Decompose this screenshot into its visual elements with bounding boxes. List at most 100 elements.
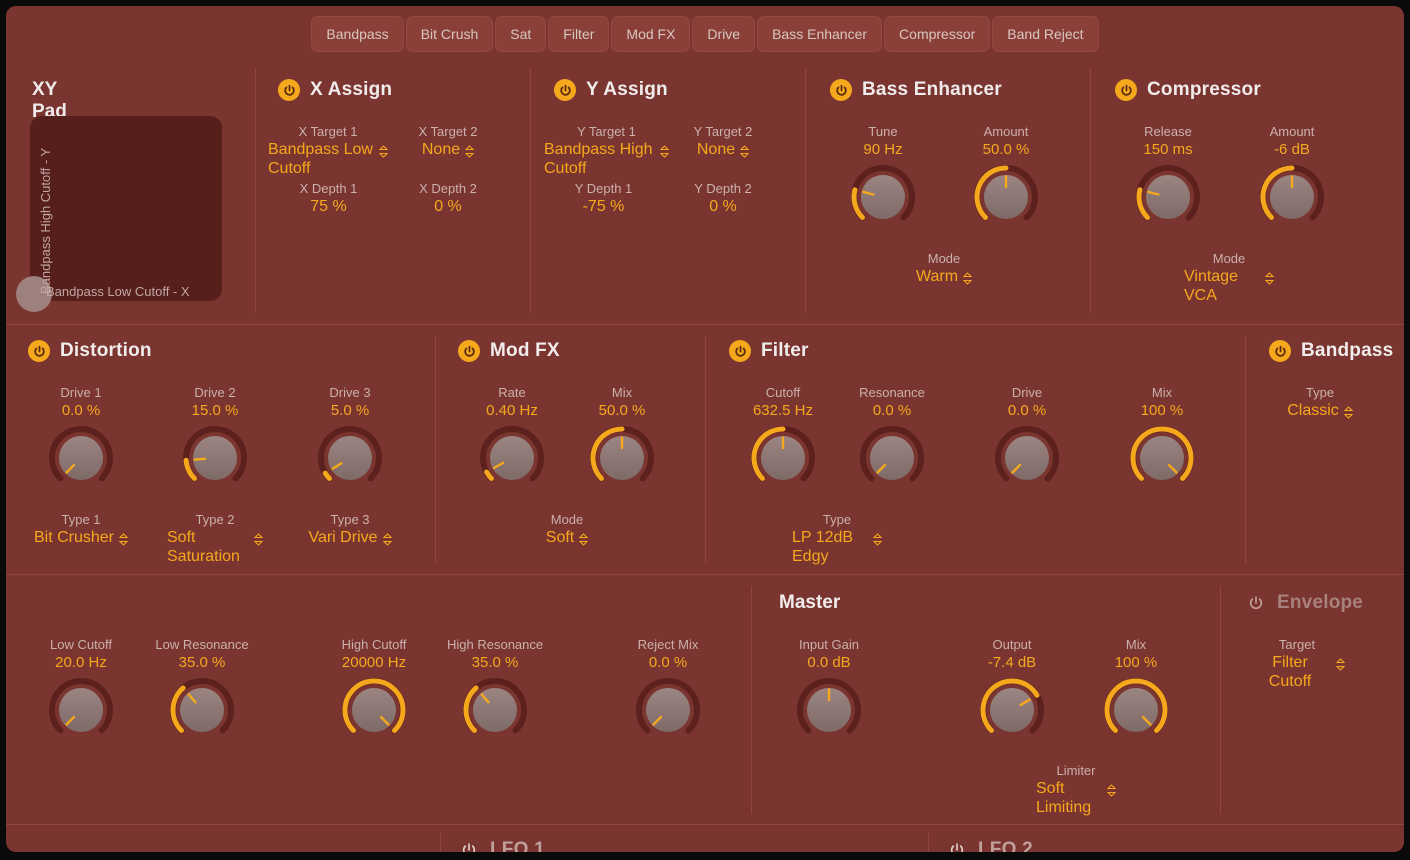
- lfo-1-title: LFO 1: [490, 839, 545, 852]
- filter-drive-label: Drive: [979, 384, 1075, 401]
- type-3-dropdown[interactable]: Vari Drive: [308, 528, 391, 551]
- plugin-window: BandpassBit CrushSatFilterMod FXDriveBas…: [6, 6, 1404, 852]
- y-assign-power-icon[interactable]: [554, 79, 576, 101]
- bass-amount-knob[interactable]: [958, 163, 1054, 231]
- tab-bit-crush[interactable]: Bit Crush: [406, 16, 494, 52]
- tab-compressor[interactable]: Compressor: [884, 16, 990, 52]
- filter-resonance-knob[interactable]: [844, 424, 940, 492]
- tab-sat[interactable]: Sat: [495, 16, 546, 52]
- divider-filter-bandpass: [1245, 336, 1246, 564]
- y-assign-title: Y Assign: [586, 79, 668, 101]
- compressor-header: Compressor: [1115, 79, 1261, 101]
- low-cutoff-label: Low Cutoff: [33, 636, 129, 653]
- y-depth-1-value-control[interactable]: -75 %: [546, 197, 661, 216]
- filter-type-field: Type LP 12dB Edgy: [792, 511, 882, 566]
- high-cutoff-label: High Cutoff: [326, 636, 422, 653]
- filter-type-dropdown[interactable]: LP 12dB Edgy: [792, 528, 882, 566]
- divider-xy-xassign: [255, 68, 256, 313]
- chevron-updown-icon: [660, 144, 669, 163]
- filter-drive-knob[interactable]: [979, 424, 1075, 492]
- reject-mix-label: Reject Mix: [620, 636, 716, 653]
- tab-mod-fx[interactable]: Mod FX: [611, 16, 690, 52]
- input-gain-label: Input Gain: [781, 636, 877, 653]
- reject-mix-knob[interactable]: [620, 676, 716, 744]
- divider-yassign-bass: [805, 68, 806, 313]
- xy-pad-surface[interactable]: [30, 116, 222, 301]
- drive-3-value: 5.0 %: [302, 401, 398, 420]
- bandpass-type-label: Type: [1272, 384, 1368, 401]
- chevron-updown-icon: [465, 144, 474, 163]
- filter-power-icon[interactable]: [729, 340, 751, 362]
- bandpass-power-icon[interactable]: [1269, 340, 1291, 362]
- drive-1-knob[interactable]: [33, 424, 129, 492]
- input-gain-knob[interactable]: [781, 676, 877, 744]
- drive-1-value: 0.0 %: [33, 401, 129, 420]
- lfo-2-power-icon[interactable]: [946, 839, 968, 852]
- mod-fx-mix-knob[interactable]: [574, 424, 670, 492]
- compressor-release-knob[interactable]: [1120, 163, 1216, 231]
- x-depth-1-value-control[interactable]: 75 %: [271, 197, 386, 216]
- envelope-power-icon[interactable]: [1245, 592, 1267, 614]
- distortion-title: Distortion: [60, 340, 152, 362]
- x-target-1-value-dropdown[interactable]: Bandpass Low Cutoff: [268, 140, 388, 178]
- envelope-target-dropdown[interactable]: Filter Cutoff: [1249, 653, 1345, 691]
- y-depth-2-label: Y Depth 2: [673, 180, 773, 197]
- low-resonance-knob[interactable]: [154, 676, 250, 744]
- x-assign-power-icon[interactable]: [278, 79, 300, 101]
- compressor-amount-knob[interactable]: [1244, 163, 1340, 231]
- drive-2-label: Drive 2: [167, 384, 263, 401]
- lfo-2-header: LFO 2: [946, 839, 1033, 852]
- compressor-power-icon[interactable]: [1115, 79, 1137, 101]
- mod-fx-mix-label: Mix: [574, 384, 670, 401]
- type-2-dropdown[interactable]: Soft Saturation: [167, 528, 263, 566]
- y-target-2-value-dropdown[interactable]: None: [697, 140, 749, 163]
- filter-mix-knob[interactable]: [1114, 424, 1210, 492]
- bass-enhancer-header: Bass Enhancer: [830, 79, 1002, 101]
- compressor-mode-dropdown[interactable]: Vintage VCA: [1184, 267, 1274, 305]
- filter-cutoff-knob[interactable]: [735, 424, 831, 492]
- limiter-dropdown[interactable]: Soft Limiting: [1036, 779, 1116, 817]
- master-mix-knob[interactable]: [1088, 676, 1184, 744]
- bandpass-type-dropdown[interactable]: Classic: [1287, 401, 1353, 424]
- tab-band-reject[interactable]: Band Reject: [992, 16, 1098, 52]
- high-cutoff-knob[interactable]: [326, 676, 422, 744]
- compressor-release-param: Release 150 ms: [1120, 123, 1216, 231]
- bass-enhancer-power-icon[interactable]: [830, 79, 852, 101]
- filter-drive-param: Drive 0.0 %: [979, 384, 1075, 492]
- drive-3-knob[interactable]: [302, 424, 398, 492]
- tab-filter[interactable]: Filter: [548, 16, 609, 52]
- mod-fx-power-icon[interactable]: [458, 340, 480, 362]
- tab-drive[interactable]: Drive: [692, 16, 755, 52]
- x-depth-2-value-control[interactable]: 0 %: [398, 197, 498, 216]
- mod-fx-mode-dropdown[interactable]: Soft: [546, 528, 588, 551]
- tab-bass-enhancer[interactable]: Bass Enhancer: [757, 16, 882, 52]
- type-1-value: Bit Crusher: [34, 528, 114, 547]
- low-cutoff-knob[interactable]: [33, 676, 129, 744]
- high-resonance-knob[interactable]: [447, 676, 543, 744]
- low-cutoff-value: 20.0 Hz: [33, 653, 129, 672]
- divider-dist-modfx: [435, 336, 436, 564]
- low-resonance-param: Low Resonance 35.0 %: [154, 636, 250, 744]
- lfo-2-title: LFO 2: [978, 839, 1033, 852]
- y-target-1-value-dropdown[interactable]: Bandpass High Cutoff: [544, 140, 669, 178]
- bass-tune-knob[interactable]: [835, 163, 931, 231]
- filter-mix-label: Mix: [1114, 384, 1210, 401]
- lfo-1-power-icon[interactable]: [458, 839, 480, 852]
- x-depth-1-value: 75 %: [310, 197, 346, 216]
- type-1-dropdown[interactable]: Bit Crusher: [34, 528, 128, 551]
- mod-fx-rate-knob[interactable]: [464, 424, 560, 492]
- filter-type-value: LP 12dB Edgy: [792, 528, 868, 566]
- x-target-2-value-dropdown[interactable]: None: [422, 140, 474, 163]
- high-cutoff-value: 20000 Hz: [326, 653, 422, 672]
- bass-mode-dropdown[interactable]: Warm: [916, 267, 972, 290]
- y-depth-2-value-control[interactable]: 0 %: [673, 197, 773, 216]
- tab-bandpass[interactable]: Bandpass: [311, 16, 403, 52]
- distortion-header: Distortion: [28, 340, 152, 362]
- bass-mode-value: Warm: [916, 267, 958, 286]
- distortion-power-icon[interactable]: [28, 340, 50, 362]
- output-knob[interactable]: [964, 676, 1060, 744]
- envelope-target-value: Filter Cutoff: [1249, 653, 1331, 691]
- drive-2-knob[interactable]: [167, 424, 263, 492]
- filter-cutoff-param: Cutoff 632.5 Hz: [735, 384, 831, 492]
- mod-fx-mix-param: Mix 50.0 %: [574, 384, 670, 492]
